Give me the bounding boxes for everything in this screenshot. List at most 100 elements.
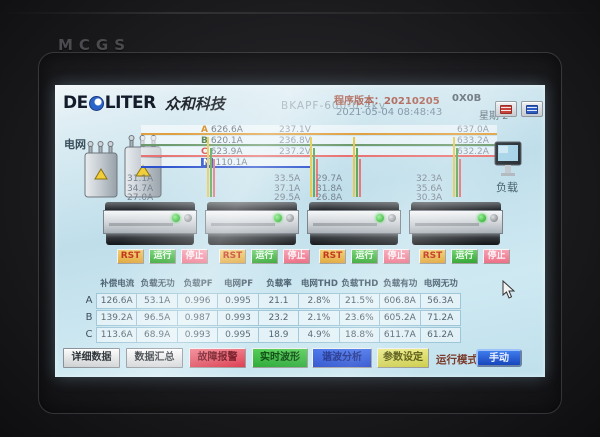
mouse-cursor (502, 280, 515, 299)
cell-c-grid-pf: 0.995 (217, 327, 258, 343)
col-header-load-pf: 负载PF (178, 278, 218, 291)
module-4-run-button[interactable]: 运行 (451, 249, 478, 264)
nav-waveform-button[interactable]: 实时波形 (252, 348, 308, 368)
apf-module-4 (409, 202, 503, 246)
phase-b-voltage: 236.8V (279, 136, 311, 146)
module-2-run-button[interactable]: 运行 (251, 249, 278, 264)
module-4-tap-line (453, 137, 461, 197)
nav-harmonics-button[interactable]: 谐波分析 (312, 348, 372, 368)
info-log-button[interactable] (521, 101, 543, 117)
module-2-stop-button[interactable]: 停止 (283, 249, 310, 264)
table-row: A 126.6A 53.1A 0.996 0.995 21.1 2.8% 21.… (81, 293, 461, 309)
cell-b-load-reactive: 96.5A (136, 310, 177, 326)
cell-c-load-active: 611.7A (379, 327, 420, 343)
nav-fault-alarm-button[interactable]: 故障报警 (189, 348, 246, 368)
hmi-bezel: MCGS DE LITER 众和科技 BKAPF-600-0.4kv 程序版本：… (0, 0, 600, 437)
cell-c-load-thd: 18.8% (339, 327, 380, 343)
status-led-icon (184, 214, 192, 222)
phase-b-current-value: 620.1A (211, 136, 243, 146)
phase-c-busline (141, 147, 497, 157)
module-2-controls: RST 运行 停止 (219, 249, 310, 264)
cell-c-load-rate: 18.9 (258, 327, 299, 343)
phase-c-current-value: 623.9A (211, 147, 243, 157)
measurements-table: 补偿电流 负载无功 负载PF 电网PF 负载率 电网THD 负载THD 负载有功… (81, 277, 461, 343)
cell-b-grid-pf: 0.993 (217, 310, 258, 326)
module-4-controls: RST 运行 停止 (419, 249, 510, 264)
module-3-reset-button[interactable]: RST (319, 249, 346, 264)
cell-a-load-thd: 21.5% (339, 293, 380, 309)
brand-logo-text-liter: LITER (105, 93, 156, 113)
col-header-load-rate: 负载率 (259, 278, 299, 291)
cell-a-load-active: 606.8A (379, 293, 420, 309)
brand-logo-text-de: DE (63, 93, 88, 113)
module-3-tap-line (353, 137, 361, 197)
cell-b-grid-reactive: 71.2A (420, 310, 461, 326)
cell-a-load-reactive: 53.1A (136, 293, 177, 309)
program-version: 程序版本：20210205 (334, 92, 440, 107)
cell-a-grid-pf: 0.995 (217, 293, 258, 309)
nav-data-summary-button[interactable]: 数据汇总 (126, 348, 183, 368)
run-mode-button[interactable]: 手动 (476, 349, 522, 367)
load-icon (493, 140, 523, 178)
load-label: 负载 (496, 179, 518, 195)
nav-settings-button[interactable]: 参数设定 (377, 348, 429, 368)
cell-a-grid-thd: 2.8% (298, 293, 339, 309)
cell-a-grid-reactive: 56.3A (420, 293, 461, 309)
table-header-row: 补偿电流 负载无功 负载PF 电网PF 负载率 电网THD 负载THD 负载有功… (81, 278, 461, 291)
module-4-stop-button[interactable]: 停止 (483, 249, 510, 264)
col-header-grid-thd: 电网THD (299, 278, 339, 291)
status-led-icon (286, 214, 294, 222)
cell-a-load-rate: 21.1 (258, 293, 299, 309)
red-label-icon (500, 105, 512, 114)
hmi-screen: DE LITER 众和科技 BKAPF-600-0.4kv 程序版本：20210… (55, 85, 545, 377)
cell-c-grid-thd: 4.9% (298, 327, 339, 343)
module-1-tap-line (207, 137, 215, 197)
phase-a-current: A626.6A (201, 125, 243, 135)
brand-logo: DE LITER 众和科技 (63, 91, 225, 115)
row-phase-label: A (81, 293, 97, 309)
status-led-icon (388, 214, 396, 222)
cell-c-comp-current: 113.6A (96, 327, 137, 343)
phase-c-voltage: 237.2V (279, 147, 311, 157)
phase-n-current-value: 110.1A (216, 158, 248, 168)
load-a-current: 637.0A (457, 125, 489, 135)
cell-b-load-pf: 0.987 (177, 310, 218, 326)
cell-b-load-rate: 23.2 (258, 310, 299, 326)
cell-b-comp-current: 139.2A (96, 310, 137, 326)
apf-module-2 (205, 202, 299, 246)
cell-b-load-thd: 23.6% (339, 310, 380, 326)
alarm-log-button[interactable] (495, 101, 517, 117)
run-led-icon (274, 214, 282, 222)
hex-code: 0X0B (452, 93, 481, 104)
module-4-currents: 32.3A 35.6A 30.3A (416, 175, 452, 204)
module-2-reset-button[interactable]: RST (219, 249, 246, 264)
nav-detail-data-button[interactable]: 详细数据 (63, 348, 120, 368)
phase-a-current-value: 626.6A (211, 125, 243, 135)
load-c-current: 632.2A (457, 147, 489, 157)
cell-b-grid-thd: 2.1% (298, 310, 339, 326)
module-3-run-button[interactable]: 运行 (351, 249, 378, 264)
module-4-reset-button[interactable]: RST (419, 249, 446, 264)
module-1-reset-button[interactable]: RST (117, 249, 144, 264)
apf-module-1 (103, 202, 197, 246)
cell-a-comp-current: 126.6A (96, 293, 137, 309)
module-1-stop-button[interactable]: 停止 (181, 249, 208, 264)
run-led-icon (172, 214, 180, 222)
module-1-run-button[interactable]: 运行 (149, 249, 176, 264)
cell-a-load-pf: 0.996 (177, 293, 218, 309)
program-version-label: 程序版本： (334, 96, 384, 107)
col-header-grid-pf: 电网PF (218, 278, 258, 291)
table-row: B 139.2A 96.5A 0.987 0.993 23.2 2.1% 23.… (81, 310, 461, 326)
module-1-controls: RST 运行 停止 (117, 249, 208, 264)
status-led-icon (490, 214, 498, 222)
apf-module-3 (307, 202, 401, 246)
run-led-icon (376, 214, 384, 222)
col-header-grid-reactive: 电网无功 (421, 278, 461, 291)
row-phase-label: C (81, 327, 97, 343)
table-row: C 113.6A 68.9A 0.993 0.995 18.9 4.9% 18.… (81, 327, 461, 343)
datetime: 2021-05-04 08:48:43 (336, 107, 442, 118)
module-3-stop-button[interactable]: 停止 (383, 249, 410, 264)
module-2-currents: 33.5A 37.1A 29.5A (274, 175, 310, 204)
col-header-load-reactive: 负载无功 (137, 278, 177, 291)
load-b-current: 633.2A (457, 136, 489, 146)
